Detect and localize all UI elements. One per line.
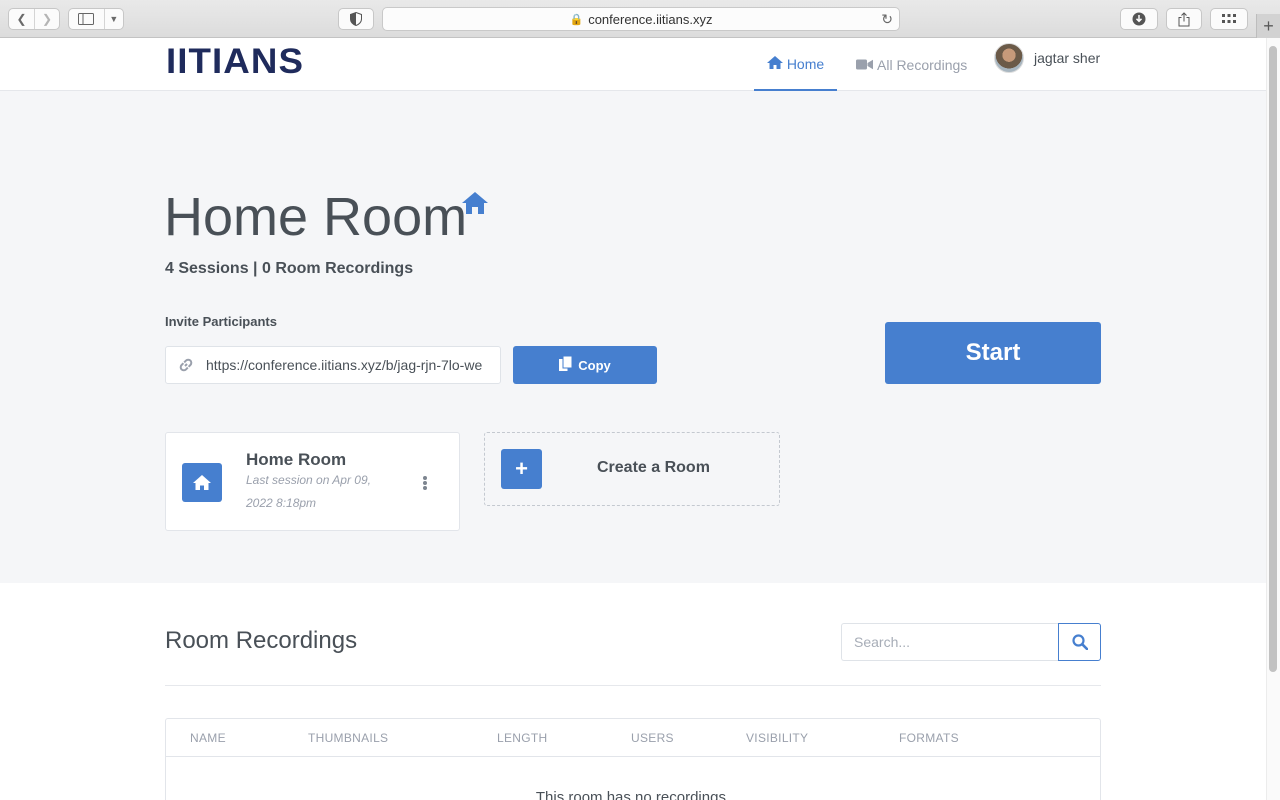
share-icon <box>1178 11 1190 26</box>
address-bar[interactable]: 🔒 conference.iitians.xyz ↻ <box>382 7 900 31</box>
avatar <box>994 43 1024 73</box>
forward-button[interactable]: ❯ <box>33 9 59 29</box>
more-options-icon[interactable] <box>420 473 430 493</box>
room-card[interactable]: Home Room Last session on Apr 09, 2022 8… <box>165 432 460 531</box>
copy-label: Copy <box>578 357 611 373</box>
iitians-logo[interactable]: IITIANS <box>166 42 304 82</box>
column-header-users[interactable]: USERS <box>631 731 674 745</box>
column-header-name[interactable]: NAME <box>190 731 226 745</box>
copy-icon <box>559 355 573 374</box>
recordings-table: NAME THUMBNAILS LENGTH USERS VISIBILITY … <box>165 718 1101 800</box>
downloads-button[interactable] <box>1120 8 1158 30</box>
search-button[interactable] <box>1058 623 1101 661</box>
share-button[interactable] <box>1166 8 1202 30</box>
search-input[interactable] <box>842 624 1059 660</box>
room-card-last-session: Last session on Apr 09, 2022 8:18pm <box>246 473 371 510</box>
start-button[interactable]: Start <box>885 322 1101 384</box>
copy-button[interactable]: Copy <box>513 346 657 384</box>
shield-icon <box>350 12 362 26</box>
room-card-name: Home Room <box>246 450 347 469</box>
privacy-report-button[interactable] <box>338 8 374 30</box>
search-field <box>841 623 1059 661</box>
nav-home[interactable]: Home <box>754 38 837 91</box>
search-icon <box>1071 634 1088 650</box>
table-header: NAME THUMBNAILS LENGTH USERS VISIBILITY … <box>166 719 1100 757</box>
browser-toolbar: ❮ ❯ ▼ 🔒 conference.iitians.xyz ↻ + <box>0 0 1280 38</box>
user-name: jagtar sher <box>1034 50 1101 66</box>
plus-icon: + <box>1263 15 1274 36</box>
nav-all-recordings[interactable]: All Recordings <box>856 38 967 91</box>
grid-icon <box>1222 14 1236 23</box>
reload-icon[interactable]: ↻ <box>881 11 893 28</box>
column-header-length[interactable]: LENGTH <box>497 731 547 745</box>
address-text: conference.iitians.xyz <box>588 11 713 27</box>
column-header-formats[interactable]: FORMATS <box>899 731 959 745</box>
lock-icon: 🔒 <box>569 13 584 26</box>
chevron-left-icon: ❮ <box>16 12 27 26</box>
home-icon <box>766 55 783 72</box>
room-stats: 4 Sessions | 0 Room Recordings <box>165 260 414 277</box>
column-header-thumbnails[interactable]: THUMBNAILS <box>308 731 388 745</box>
new-tab-button[interactable]: + <box>1256 14 1280 38</box>
history-nav: ❮ ❯ <box>8 8 60 30</box>
app-header: IITIANS Home All Recordings jagtar sher <box>0 38 1266 91</box>
chevron-right-icon: ❯ <box>41 12 53 26</box>
sidebar-icon <box>69 9 104 29</box>
invite-url-field <box>165 346 501 384</box>
download-icon <box>1132 12 1146 26</box>
invite-participants-label: Invite Participants <box>165 314 277 329</box>
create-room-button[interactable]: + Create a Room <box>484 432 780 506</box>
tab-overview-button[interactable] <box>1210 8 1248 30</box>
page-title: Home Room <box>164 187 468 247</box>
empty-state-text: This room has no recordings. <box>535 789 731 800</box>
create-room-label: Create a Room <box>597 459 710 476</box>
home-icon <box>462 192 488 214</box>
home-icon <box>182 463 222 502</box>
invite-url-input[interactable] <box>206 357 492 373</box>
room-recordings-section: Room Recordings NAME THUMBNAILS LENGTH U… <box>0 583 1266 800</box>
back-button[interactable]: ❮ <box>9 9 34 29</box>
section-title: Room Recordings <box>165 627 358 654</box>
plus-icon: + <box>501 449 542 489</box>
divider <box>165 685 1101 686</box>
video-camera-icon <box>856 57 873 73</box>
scrollbar-thumb[interactable] <box>1269 46 1277 672</box>
sidebar-toggle[interactable]: ▼ <box>68 8 124 30</box>
chevron-down-icon[interactable]: ▼ <box>103 9 123 29</box>
column-header-visibility[interactable]: VISIBILITY <box>746 731 808 745</box>
user-menu[interactable]: jagtar sher <box>994 42 1100 74</box>
nav-all-recordings-label: All Recordings <box>877 56 968 73</box>
nav-home-label: Home <box>786 55 825 72</box>
link-icon <box>166 357 206 373</box>
